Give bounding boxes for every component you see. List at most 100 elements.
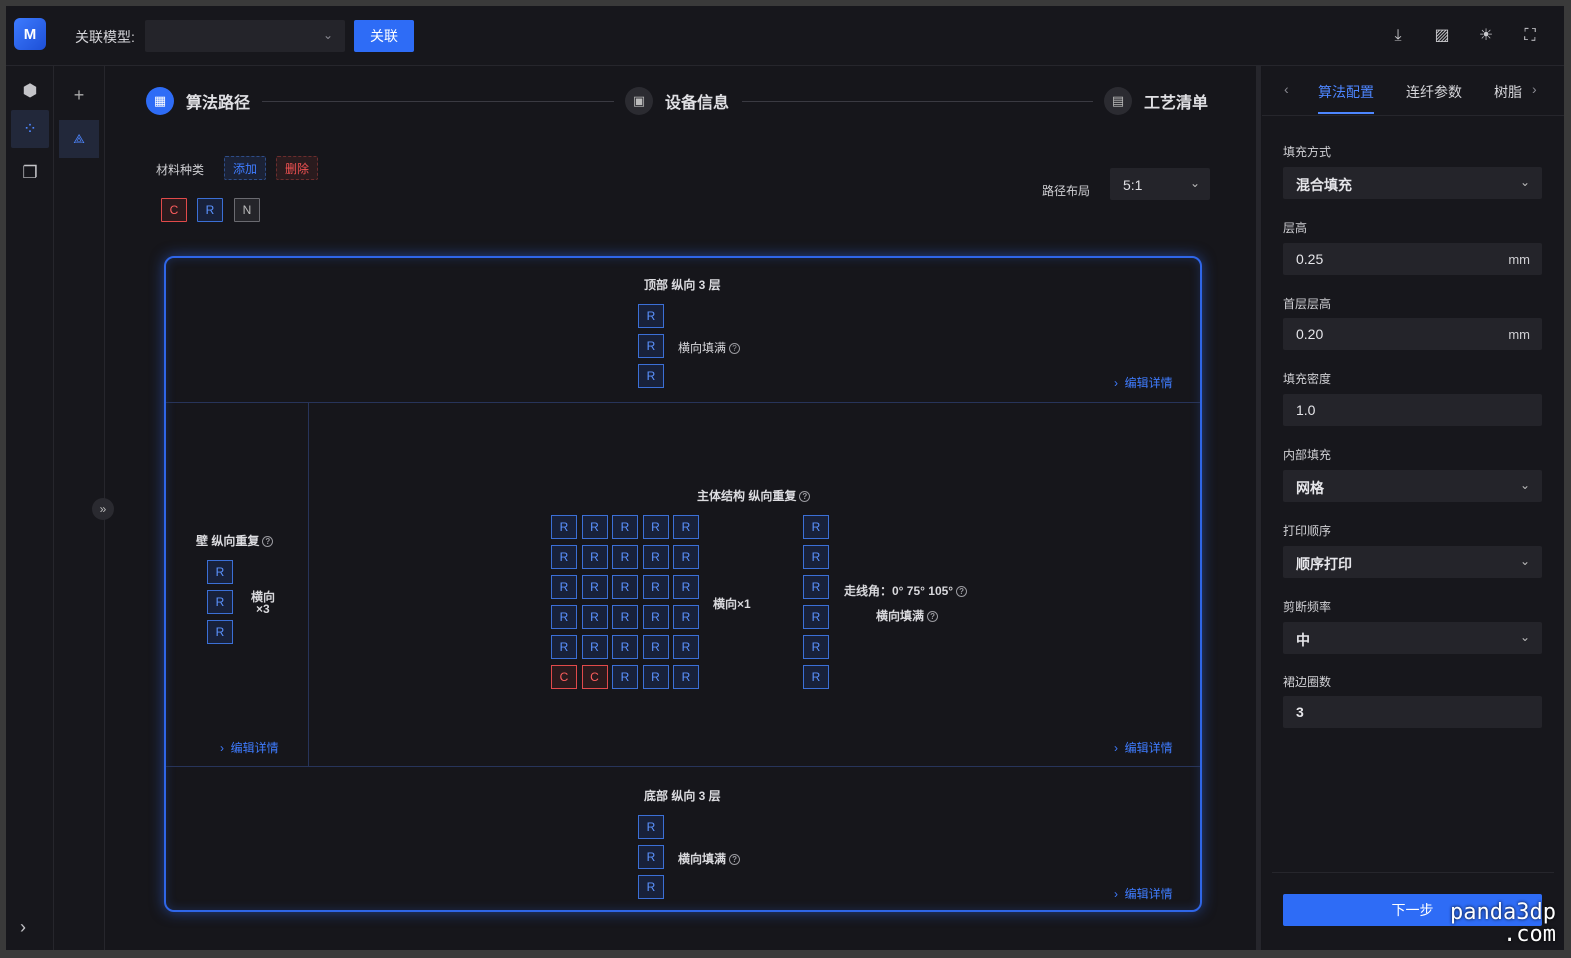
- top-edit-link[interactable]: › 编辑详情: [1114, 374, 1173, 391]
- help-icon[interactable]: ?: [799, 491, 811, 502]
- step-algorithm-path[interactable]: ▦ 算法路径: [146, 86, 250, 116]
- main-grid-box[interactable]: R: [581, 515, 608, 539]
- delete-material-button[interactable]: 删除: [276, 156, 319, 180]
- main-grid-box[interactable]: R: [551, 515, 577, 539]
- fill-mode-select[interactable]: 混合填充 ⌄: [1283, 167, 1542, 199]
- main-grid-box[interactable]: R: [642, 575, 669, 599]
- wall-box-2[interactable]: R: [207, 590, 233, 614]
- main-column-box[interactable]: R: [803, 665, 829, 689]
- main-column-box[interactable]: R: [803, 515, 829, 539]
- material-chip-r[interactable]: R: [197, 198, 223, 222]
- add-material-button[interactable]: 添加: [224, 156, 267, 180]
- inner-fill-select[interactable]: 网格 ⌄: [1283, 470, 1542, 502]
- path-icon[interactable]: ⁘: [11, 110, 49, 148]
- chevron-right-icon[interactable]: ›: [20, 917, 26, 938]
- top-box-1[interactable]: R: [638, 304, 664, 328]
- bottom-fill-text: 横向填满?: [678, 850, 741, 867]
- first-layer-height-input[interactable]: 0.20 mm: [1283, 318, 1542, 350]
- main-edit-link[interactable]: › 编辑详情: [1114, 739, 1173, 756]
- assoc-model-select[interactable]: ⌄: [145, 20, 345, 52]
- main-grid-box[interactable]: R: [642, 605, 669, 629]
- step-process-list[interactable]: ▤ 工艺清单: [1104, 86, 1208, 116]
- main-grid-box[interactable]: R: [673, 515, 699, 539]
- skirt-loops-input[interactable]: 3: [1283, 696, 1542, 728]
- wall-edit-link[interactable]: › 编辑详情: [220, 739, 279, 756]
- main-grid-box[interactable]: R: [673, 665, 699, 689]
- cut-frequency-select[interactable]: 中 ⌄: [1283, 622, 1542, 654]
- material-chip-n[interactable]: N: [234, 198, 260, 222]
- main-grid-box[interactable]: R: [612, 605, 638, 629]
- main-grid-box[interactable]: R: [551, 575, 577, 599]
- main-grid-box[interactable]: R: [551, 635, 577, 659]
- bottom-box-3[interactable]: R: [638, 875, 664, 899]
- image-icon[interactable]: ▨: [1430, 24, 1454, 48]
- main-grid-box[interactable]: R: [673, 605, 699, 629]
- triangle-icon[interactable]: ⟁: [59, 120, 99, 158]
- assoc-button[interactable]: 关联: [354, 20, 414, 52]
- main-column-box[interactable]: R: [803, 545, 829, 569]
- main-grid-box[interactable]: R: [612, 515, 638, 539]
- help-icon[interactable]: ?: [262, 536, 274, 547]
- top-box-2[interactable]: R: [638, 334, 664, 358]
- top-bar: M 关联模型: ⌄ 关联 ⤓ ▨ ☀ ⛶: [6, 6, 1564, 66]
- layers-icon[interactable]: ❐: [11, 154, 49, 192]
- tab-algorithm-config[interactable]: 算法配置: [1318, 82, 1374, 102]
- main-grid-box[interactable]: R: [642, 515, 669, 539]
- main-grid-box[interactable]: R: [673, 635, 699, 659]
- path-layout-select[interactable]: 5:1 ⌄: [1110, 168, 1210, 200]
- cube-icon[interactable]: ⬢: [11, 72, 49, 110]
- main-grid-box[interactable]: R: [581, 635, 608, 659]
- chevron-down-icon: ⌄: [1189, 176, 1200, 190]
- config-tabs: ‹ 算法配置 连纤参数 树脂 ›: [1262, 66, 1564, 116]
- main-grid-box[interactable]: R: [551, 545, 577, 569]
- top-section-title: 顶部 纵向 3 层: [644, 278, 721, 292]
- bottom-edit-link[interactable]: › 编辑详情: [1114, 885, 1173, 902]
- expand-panel-icon[interactable]: »: [92, 498, 114, 520]
- top-box-3[interactable]: R: [638, 364, 664, 388]
- plus-icon[interactable]: +: [59, 76, 99, 114]
- main-grid-box[interactable]: R: [642, 545, 669, 569]
- fullscreen-icon[interactable]: ⛶: [1518, 24, 1542, 48]
- tab-fiber-params[interactable]: 连纤参数: [1406, 82, 1462, 102]
- main-grid-box[interactable]: R: [673, 575, 699, 599]
- path-layout-label: 路径布局: [1042, 184, 1091, 198]
- main-column-box[interactable]: R: [803, 605, 829, 629]
- layer-height-input[interactable]: 0.25 mm: [1283, 243, 1542, 275]
- fill-density-input[interactable]: 1.0: [1283, 394, 1542, 426]
- main-grid-box[interactable]: R: [612, 635, 638, 659]
- app-logo[interactable]: M: [14, 18, 46, 50]
- bottom-box-2[interactable]: R: [638, 845, 664, 869]
- material-chip-c[interactable]: C: [161, 198, 187, 222]
- help-icon[interactable]: ?: [729, 854, 741, 865]
- main-grid-box[interactable]: R: [612, 665, 638, 689]
- main-grid-box[interactable]: R: [642, 665, 669, 689]
- tab-resin[interactable]: 树脂: [1494, 82, 1522, 102]
- main-grid-box[interactable]: R: [612, 575, 638, 599]
- main-column-box[interactable]: R: [803, 575, 829, 599]
- print-order-select[interactable]: 顺序打印 ⌄: [1283, 546, 1542, 578]
- main-grid-box[interactable]: R: [673, 545, 699, 569]
- chevron-right-icon[interactable]: ›: [1532, 81, 1537, 97]
- help-icon[interactable]: ?: [956, 586, 968, 597]
- main-grid-box[interactable]: C: [581, 665, 608, 689]
- main-grid-box[interactable]: R: [612, 545, 638, 569]
- help-icon[interactable]: ?: [729, 343, 741, 354]
- main-grid-box[interactable]: R: [581, 545, 608, 569]
- main-grid-box[interactable]: R: [642, 635, 669, 659]
- main-column-box[interactable]: R: [803, 635, 829, 659]
- sun-icon[interactable]: ☀: [1474, 24, 1498, 48]
- main-grid-box[interactable]: R: [581, 575, 608, 599]
- bottom-box-1[interactable]: R: [638, 815, 664, 839]
- help-icon[interactable]: ?: [927, 611, 939, 622]
- main-area: ▦ 算法路径 ▣ 设备信息 ▤ 工艺清单 材料种类 添加 删除 C R N 路径…: [106, 66, 1256, 950]
- chevron-left-icon[interactable]: ‹: [1284, 81, 1289, 97]
- wall-box-1[interactable]: R: [207, 560, 233, 584]
- panel-resize-handle[interactable]: [1256, 66, 1261, 950]
- main-grid-box[interactable]: R: [551, 605, 577, 629]
- download-icon[interactable]: ⤓: [1386, 24, 1410, 48]
- main-grid-box[interactable]: C: [551, 665, 577, 689]
- wall-section-title: 壁 纵向重复?: [196, 532, 274, 549]
- wall-box-3[interactable]: R: [207, 620, 233, 644]
- main-grid-box[interactable]: R: [581, 605, 608, 629]
- step-device-info[interactable]: ▣ 设备信息: [625, 86, 729, 116]
